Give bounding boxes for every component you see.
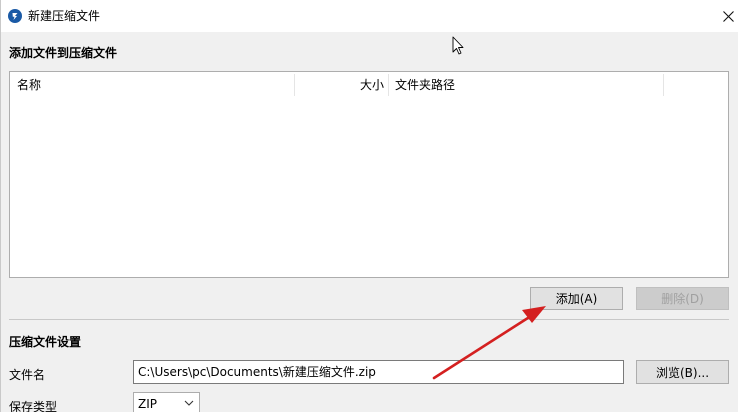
- new-archive-dialog: 新建压缩文件 添加文件到压缩文件 名称 大小 文件夹路径 添加(A) 删除(D)…: [0, 0, 747, 412]
- filename-label: 文件名: [9, 368, 46, 382]
- column-separator[interactable]: [294, 74, 295, 96]
- column-header-path[interactable]: 文件夹路径: [395, 72, 455, 98]
- file-list[interactable]: 名称 大小 文件夹路径: [9, 71, 729, 278]
- close-icon: [722, 10, 734, 22]
- save-type-label: 保存类型: [9, 400, 58, 412]
- browse-button[interactable]: 浏览(B)...: [636, 360, 729, 384]
- chevron-down-icon: [184, 400, 194, 406]
- add-button[interactable]: 添加(A): [530, 287, 623, 310]
- column-separator[interactable]: [388, 74, 389, 96]
- column-header-size[interactable]: 大小: [360, 72, 384, 98]
- app-logo-icon: [8, 9, 22, 23]
- close-button[interactable]: [709, 0, 747, 32]
- filename-input[interactable]: C:\Users\pc\Documents\新建压缩文件.zip: [133, 360, 624, 384]
- mouse-pointer-icon: [452, 36, 464, 55]
- title-bar: 新建压缩文件: [1, 0, 747, 32]
- file-list-header: 名称 大小 文件夹路径: [10, 72, 728, 98]
- delete-button[interactable]: 删除(D): [636, 287, 729, 310]
- save-type-value: ZIP: [138, 397, 157, 411]
- column-separator[interactable]: [663, 74, 664, 96]
- save-type-select[interactable]: ZIP: [133, 392, 200, 412]
- add-files-heading: 添加文件到压缩文件: [9, 46, 118, 60]
- column-header-name[interactable]: 名称: [17, 72, 41, 98]
- window-edge: [738, 32, 747, 412]
- section-divider: [9, 319, 729, 320]
- archive-settings-heading: 压缩文件设置: [9, 335, 82, 349]
- window-title: 新建压缩文件: [28, 9, 101, 23]
